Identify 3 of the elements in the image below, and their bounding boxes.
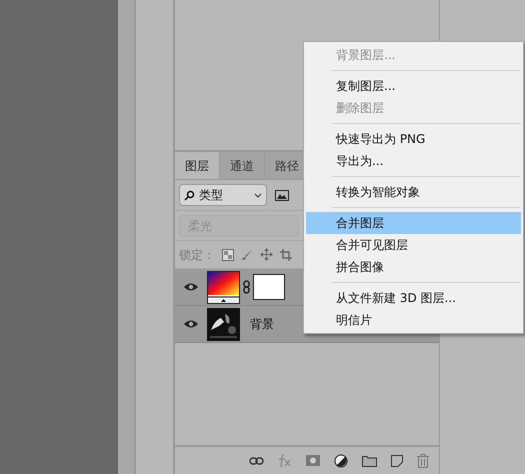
filter-value: 类型 (199, 187, 224, 204)
layer-name: 背景 (250, 316, 274, 333)
lock-label: 锁定： (179, 246, 215, 264)
